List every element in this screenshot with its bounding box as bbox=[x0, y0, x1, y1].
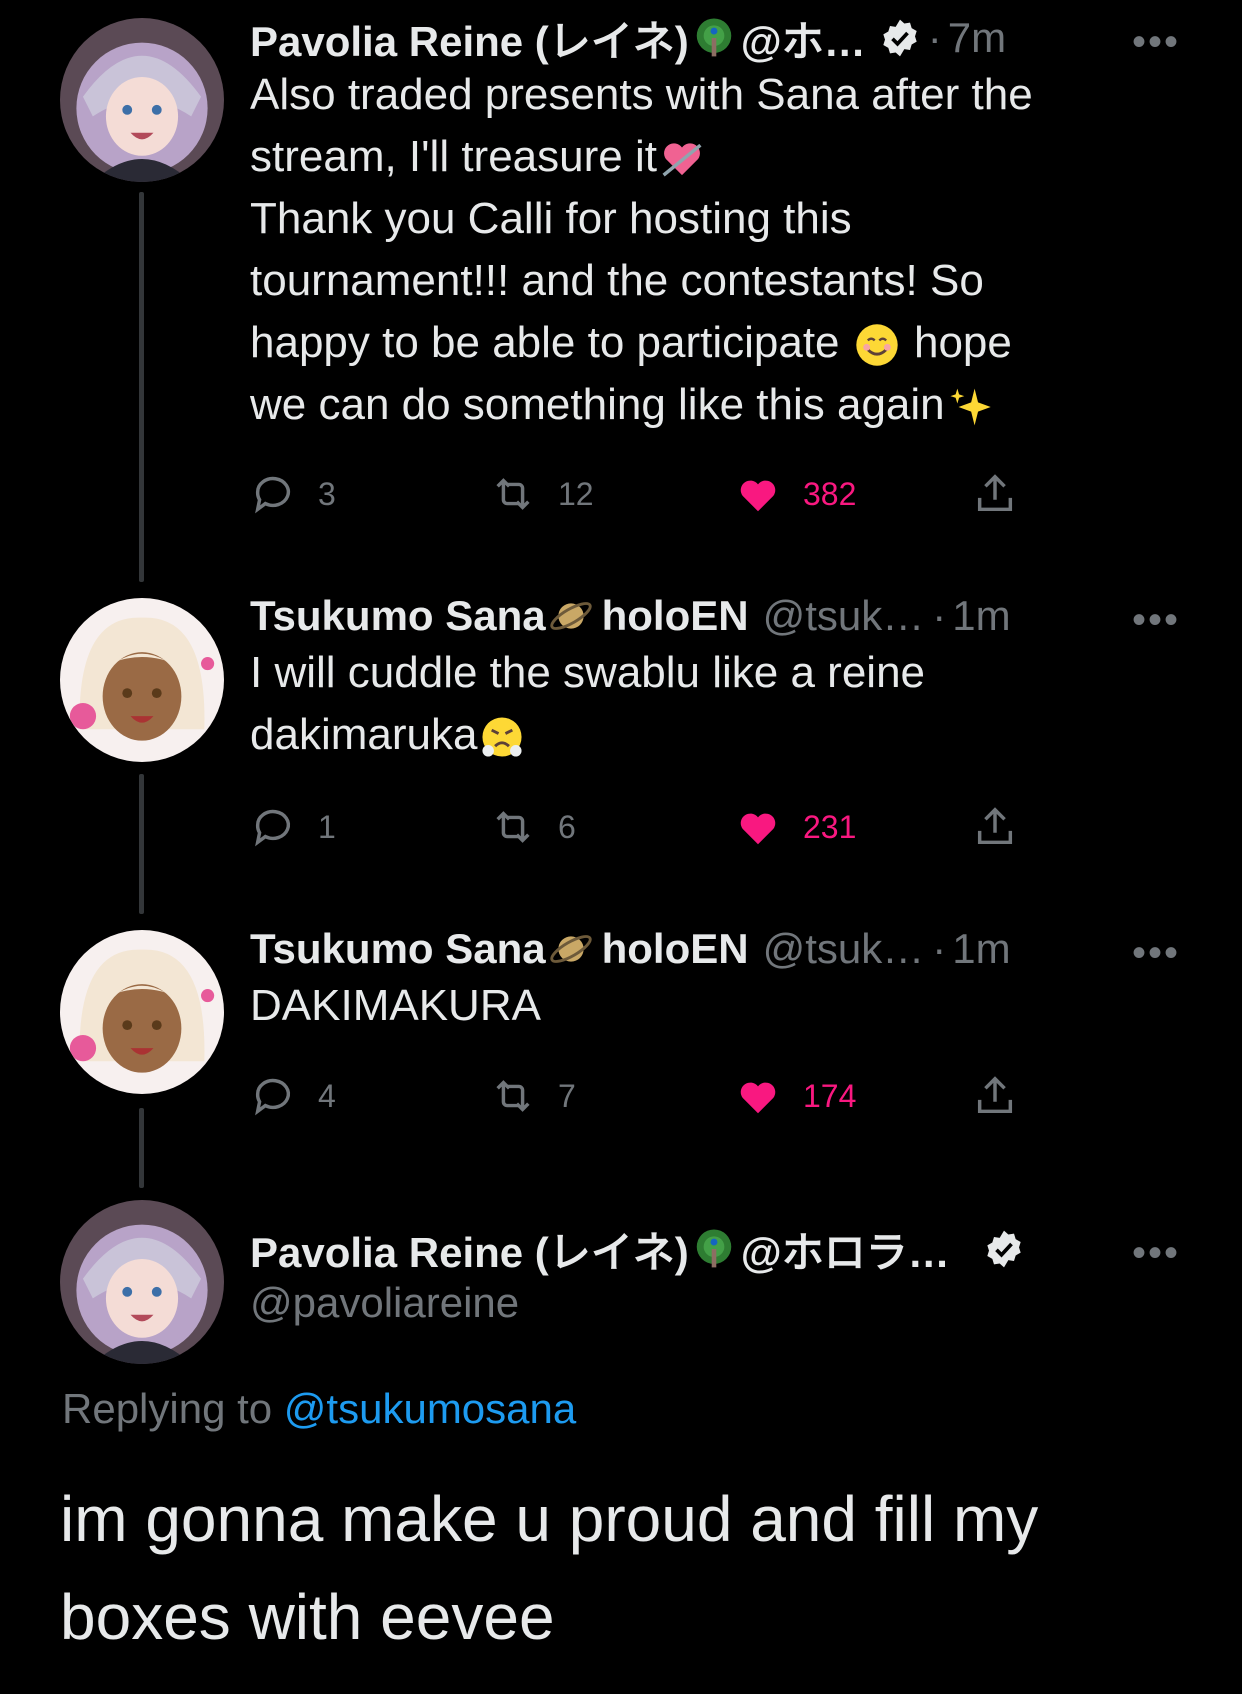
author-name[interactable]: Pavolia Reine (レイネ) bbox=[250, 8, 689, 69]
like-button[interactable]: 231 bbox=[735, 804, 856, 850]
focus-tweet-text: im gonna make u proud and fill my boxes … bbox=[60, 1483, 1039, 1653]
tweet-header: Tsukumo Sana holoEN @tsuk… · 1m bbox=[250, 592, 1190, 640]
tweet-text: I will cuddle the swablu like a reine da… bbox=[250, 642, 1190, 766]
author-affiliation: holoEN bbox=[601, 592, 749, 639]
author-handle[interactable]: @tsuk… bbox=[763, 592, 925, 640]
author-name[interactable]: Pavolia Reine (レイネ) bbox=[250, 1219, 689, 1280]
triumph-face-emoji bbox=[482, 717, 522, 757]
tweet-actions: 1 6 231 bbox=[250, 802, 1030, 852]
reply-button[interactable]: 1 bbox=[250, 804, 336, 850]
retweet-button[interactable]: 12 bbox=[490, 471, 594, 517]
like-button[interactable]: 174 bbox=[735, 1073, 856, 1119]
retweet-count: 12 bbox=[558, 475, 594, 512]
separator-dot: · bbox=[932, 925, 947, 972]
tweet-1[interactable]: Pavolia Reine (レイネ) @ホ… · 7m ••• Also tr… bbox=[250, 14, 1190, 436]
author-name[interactable]: Tsukumo Sana bbox=[250, 925, 546, 973]
share-icon bbox=[977, 474, 1013, 512]
like-count: 174 bbox=[803, 1077, 857, 1114]
author-display-suffix: @ホロラ… bbox=[740, 1228, 950, 1276]
tweet-text: Also traded presents with Sana after the… bbox=[250, 64, 1190, 436]
author-handle[interactable]: @tsuk… bbox=[763, 925, 925, 973]
like-count: 382 bbox=[803, 475, 857, 512]
tweet-2[interactable]: Tsukumo Sana holoEN @tsuk… · 1m ••• I wi… bbox=[250, 592, 1190, 766]
reply-icon bbox=[255, 476, 291, 514]
author-handle[interactable]: @pavoliareine bbox=[250, 1279, 1190, 1327]
avatar-reine[interactable] bbox=[60, 1200, 224, 1364]
separator-dot: · bbox=[927, 14, 942, 61]
mention-link[interactable]: @tsukumosana bbox=[284, 1385, 576, 1432]
retweet-button[interactable]: 6 bbox=[490, 804, 576, 850]
heart-filled-icon bbox=[740, 1082, 776, 1114]
share-button[interactable] bbox=[972, 804, 1040, 850]
retweet-icon bbox=[496, 478, 530, 510]
reply-icon bbox=[255, 1078, 291, 1116]
thread-line bbox=[139, 1108, 144, 1188]
reply-count: 4 bbox=[318, 1077, 336, 1114]
tweet-time[interactable]: 1m bbox=[952, 592, 1010, 640]
author-affiliation: holoEN bbox=[601, 925, 749, 972]
tweet-actions: 3 12 382 bbox=[250, 469, 1030, 519]
tweet-time[interactable]: 7m bbox=[948, 14, 1006, 62]
tweet-text-part: Also traded presents with Sana after the… bbox=[250, 70, 1033, 181]
retweet-icon bbox=[496, 1080, 530, 1112]
more-options-icon[interactable]: ••• bbox=[1132, 1231, 1180, 1276]
avatar-sana[interactable] bbox=[60, 598, 224, 762]
replying-to: Replying to @tsukumosana bbox=[62, 1385, 576, 1433]
more-options-icon[interactable]: ••• bbox=[1132, 20, 1180, 65]
peacock-emoji bbox=[696, 1229, 732, 1268]
sparkles-emoji bbox=[950, 388, 991, 426]
reply-icon bbox=[255, 809, 291, 847]
author-name[interactable]: Tsukumo Sana bbox=[250, 592, 546, 640]
thread-line bbox=[139, 192, 144, 582]
separator-dot: · bbox=[932, 592, 947, 639]
ringed-planet-emoji bbox=[549, 602, 592, 630]
avatar-sana[interactable] bbox=[60, 930, 224, 1094]
thread-line bbox=[139, 774, 144, 914]
share-button[interactable] bbox=[972, 471, 1040, 517]
author-handle[interactable]: @ホ… bbox=[741, 8, 866, 69]
retweet-count: 6 bbox=[558, 808, 576, 845]
like-button[interactable]: 382 bbox=[735, 471, 856, 517]
retweet-icon bbox=[496, 811, 530, 843]
more-options-icon[interactable]: ••• bbox=[1132, 598, 1180, 643]
retweet-button[interactable]: 7 bbox=[490, 1073, 576, 1119]
tweet-text: DAKIMAKURA bbox=[250, 981, 541, 1030]
avatar-reine[interactable] bbox=[60, 18, 224, 182]
share-button[interactable] bbox=[972, 1073, 1040, 1119]
reply-button[interactable]: 3 bbox=[250, 471, 336, 517]
heart-arrow-emoji bbox=[662, 143, 702, 177]
heart-filled-icon bbox=[740, 480, 776, 512]
tweet-header: Pavolia Reine (レイネ) @ホロラ… bbox=[250, 1225, 1190, 1276]
ringed-planet-emoji bbox=[549, 935, 592, 963]
share-icon bbox=[977, 1076, 1013, 1114]
more-options-icon[interactable]: ••• bbox=[1132, 931, 1180, 976]
retweet-count: 7 bbox=[558, 1077, 576, 1114]
smile-emoji bbox=[856, 324, 898, 367]
share-icon bbox=[977, 807, 1013, 845]
reply-count: 3 bbox=[318, 475, 336, 512]
replying-label: Replying to bbox=[62, 1385, 284, 1432]
tweet-time[interactable]: 1m bbox=[952, 925, 1010, 973]
tweet-text-part: I will cuddle the swablu like a reine da… bbox=[250, 648, 926, 759]
reply-count: 1 bbox=[318, 808, 336, 845]
peacock-emoji bbox=[696, 18, 732, 57]
like-count: 231 bbox=[803, 808, 857, 845]
tweet-actions: 4 7 174 bbox=[250, 1071, 1030, 1121]
reply-button[interactable]: 4 bbox=[250, 1073, 336, 1119]
tweet-header: Pavolia Reine (レイネ) @ホ… · 7m bbox=[250, 14, 1190, 65]
focus-tweet-header: Pavolia Reine (レイネ) @ホロラ… ••• @pavoliare… bbox=[250, 1225, 1190, 1327]
tweet-3[interactable]: Tsukumo Sana holoEN @tsuk… · 1m ••• DAKI… bbox=[250, 925, 1190, 1037]
tweet-header: Tsukumo Sana holoEN @tsuk… · 1m bbox=[250, 925, 1190, 973]
heart-filled-icon bbox=[740, 813, 776, 845]
verified-badge-icon bbox=[883, 19, 917, 57]
verified-badge-icon bbox=[987, 1230, 1021, 1268]
